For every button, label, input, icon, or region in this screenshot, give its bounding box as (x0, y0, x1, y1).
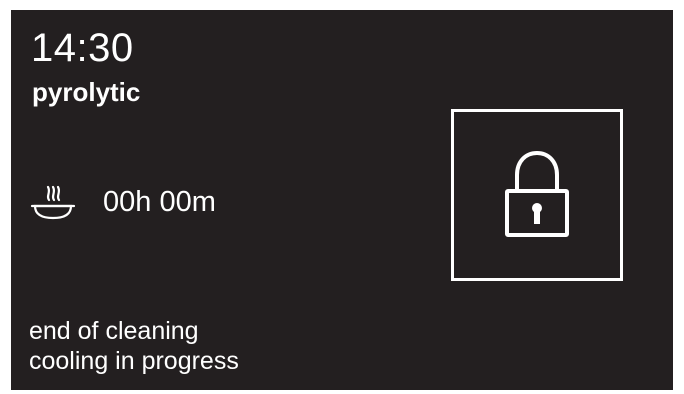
oven-display: 14:30 pyrolytic 00h 00m end of cleaning … (11, 10, 673, 390)
steaming-dish-icon (30, 185, 76, 220)
status-line-2: cooling in progress (29, 347, 239, 375)
padlock-icon (505, 150, 569, 237)
clock-time: 14:30 (31, 26, 134, 70)
cooking-mode-label: pyrolytic (32, 77, 141, 107)
remaining-time: 00h 00m (103, 186, 216, 218)
status-line-1: end of cleaning (29, 317, 199, 345)
door-lock-indicator (451, 109, 623, 281)
duration-row: 00h 00m (29, 178, 216, 226)
status-message: end of cleaning cooling in progress (29, 316, 239, 376)
